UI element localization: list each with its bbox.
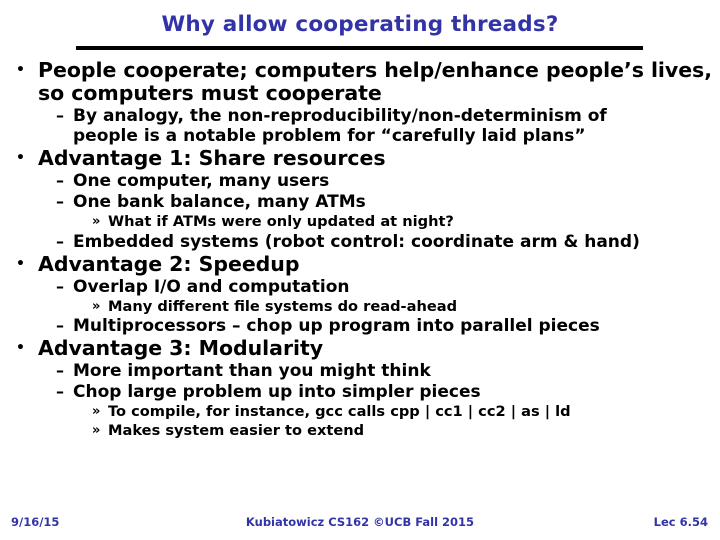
bullet-level3: » To compile, for instance, gcc calls cp… bbox=[0, 403, 720, 421]
bullet-text: Advantage 3: Modularity bbox=[38, 336, 324, 360]
bullet-text: Embedded systems (robot control: coordin… bbox=[73, 231, 640, 252]
bullet-level3: » Makes system easier to extend bbox=[0, 422, 720, 440]
bullet-text: People cooperate; computers help/enhance… bbox=[38, 58, 712, 82]
bullet-dash-icon: – bbox=[56, 316, 64, 335]
bullet-dot-icon: • bbox=[16, 150, 25, 166]
footer-lecture-number: Lec 6.54 bbox=[653, 515, 708, 529]
bullet-level3: » What if ATMs were only updated at nigh… bbox=[0, 213, 720, 231]
bullet-text: Chop large problem up into simpler piece… bbox=[73, 382, 481, 402]
bullet-level1: • Advantage 3: Modularity bbox=[0, 337, 720, 360]
bullet-level3: » Many different file systems do read-ah… bbox=[0, 298, 720, 316]
bullet-dot-icon: • bbox=[16, 340, 25, 356]
bullet-dot-icon: • bbox=[16, 62, 25, 78]
bullet-level2: – Multiprocessors – chop up program into… bbox=[0, 316, 720, 336]
slide-footer: 9/16/15 Kubiatowicz CS162 ©UCB Fall 2015… bbox=[0, 513, 720, 533]
title-divider-rule bbox=[76, 46, 643, 50]
bullet-guillemet-icon: » bbox=[92, 214, 101, 229]
bullet-dash-icon: – bbox=[56, 361, 64, 380]
bullet-text: More important than you might think bbox=[73, 361, 431, 381]
bullet-text-continuation: people is a notable problem for “careful… bbox=[73, 126, 586, 146]
bullet-text: Advantage 2: Speedup bbox=[38, 251, 300, 276]
bullet-guillemet-icon: » bbox=[92, 298, 101, 314]
bullet-dash-icon: – bbox=[56, 231, 64, 251]
bullet-dash-icon: – bbox=[56, 382, 64, 401]
bullet-level2: – Overlap I/O and computation bbox=[0, 277, 720, 297]
bullet-text-continuation: so computers must cooperate bbox=[38, 81, 382, 105]
bullet-text: What if ATMs were only updated at night? bbox=[108, 213, 454, 230]
bullet-dash-icon: – bbox=[56, 171, 64, 190]
bullet-guillemet-icon: » bbox=[92, 404, 101, 419]
bullet-level2: – Chop large problem up into simpler pie… bbox=[0, 382, 720, 402]
bullet-text: Many different file systems do read-ahea… bbox=[108, 297, 458, 315]
bullet-text: One bank balance, many ATMs bbox=[73, 192, 366, 212]
bullet-level2: – One bank balance, many ATMs bbox=[0, 192, 720, 212]
slide-title-block: Why allow cooperating threads? bbox=[0, 14, 720, 36]
bullet-dash-icon: – bbox=[56, 276, 64, 296]
bullet-text: One computer, many users bbox=[73, 171, 330, 191]
slide-canvas: Why allow cooperating threads? • People … bbox=[0, 0, 720, 540]
bullet-dash-icon: – bbox=[56, 106, 64, 125]
bullet-level1: • Advantage 1: Share resources bbox=[0, 147, 720, 170]
bullet-level1: • Advantage 2: Speedup bbox=[0, 251, 720, 276]
footer-course-credit: Kubiatowicz CS162 ©UCB Fall 2015 bbox=[245, 515, 475, 529]
bullet-dash-icon: – bbox=[56, 192, 64, 211]
bullet-text: By analogy, the non-reproducibility/non-… bbox=[73, 106, 607, 126]
bullet-level2: – One computer, many users bbox=[0, 171, 720, 191]
bullet-text: Makes system easier to extend bbox=[108, 421, 365, 439]
bullet-text: Multiprocessors – chop up program into p… bbox=[73, 316, 600, 336]
bullet-level2: – By analogy, the non-reproducibility/no… bbox=[0, 106, 720, 146]
bullet-text: Overlap I/O and computation bbox=[73, 276, 350, 297]
slide-body: • People cooperate; computers help/enhan… bbox=[0, 58, 720, 439]
bullet-level2: – Embedded systems (robot control: coord… bbox=[0, 232, 720, 252]
page-title: Why allow cooperating threads? bbox=[161, 12, 559, 37]
bullet-guillemet-icon: » bbox=[92, 422, 101, 438]
bullet-level2: – More important than you might think bbox=[0, 361, 720, 381]
bullet-level1: • People cooperate; computers help/enhan… bbox=[0, 59, 720, 105]
bullet-text: Advantage 1: Share resources bbox=[38, 146, 386, 170]
bullet-text: To compile, for instance, gcc calls cpp … bbox=[108, 403, 571, 420]
bullet-dot-icon: • bbox=[16, 255, 25, 272]
